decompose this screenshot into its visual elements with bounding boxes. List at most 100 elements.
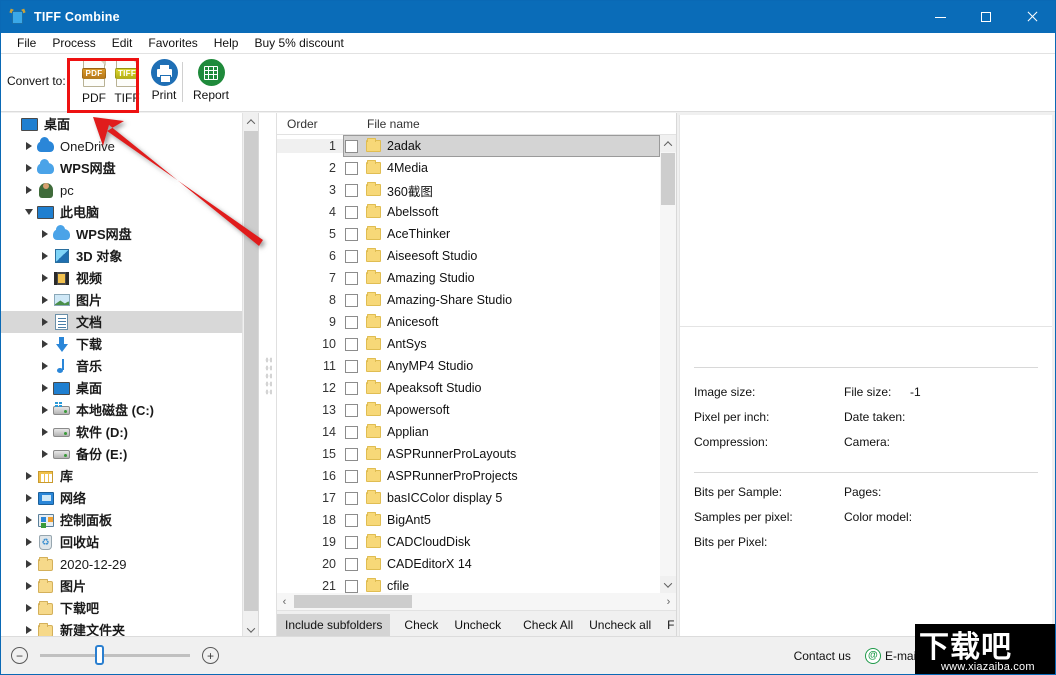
tree-expander-collapsed-icon[interactable] xyxy=(37,355,53,377)
file-row-name-cell[interactable]: 360截图 xyxy=(343,179,660,201)
file-row-name-cell[interactable]: BigAnt5 xyxy=(343,509,660,531)
file-list-row[interactable]: 19 CADCloudDisk xyxy=(277,531,660,553)
tree-item[interactable]: pc xyxy=(1,179,242,201)
tree-expander-collapsed-icon[interactable] xyxy=(37,377,53,399)
file-row-name-cell[interactable]: basICColor display 5 xyxy=(343,487,660,509)
file-row-checkbox[interactable] xyxy=(345,315,358,329)
scrollbar-thumb[interactable] xyxy=(244,131,258,611)
tree-item[interactable]: 软件 (D:) xyxy=(1,421,242,443)
column-header-order[interactable]: Order xyxy=(277,117,357,131)
file-row-checkbox[interactable] xyxy=(345,513,358,527)
scroll-left-button[interactable]: ‹ xyxy=(277,596,292,608)
file-list-row[interactable]: 2 4Media xyxy=(277,157,660,179)
file-list-row[interactable]: 11 AnyMP4 Studio xyxy=(277,355,660,377)
panel-splitter[interactable] xyxy=(259,113,277,638)
file-list-row[interactable]: 8 Amazing-Share Studio xyxy=(277,289,660,311)
file-row-checkbox[interactable] xyxy=(345,469,358,483)
minimize-button[interactable] xyxy=(917,1,963,33)
tree-expander-collapsed-icon[interactable] xyxy=(21,135,37,157)
tree-expander-collapsed-icon[interactable] xyxy=(37,267,53,289)
file-list-button[interactable]: Uncheck all xyxy=(581,614,659,636)
column-header-filename[interactable]: File name xyxy=(357,117,676,131)
tree-item[interactable]: 下载 xyxy=(1,333,242,355)
file-list-row[interactable]: 21 cfile xyxy=(277,575,660,593)
tree-item[interactable]: 回收站 xyxy=(1,531,242,553)
print-button[interactable]: Print xyxy=(142,56,186,108)
file-row-name-cell[interactable]: CADCloudDisk xyxy=(343,531,660,553)
folder-tree-scrollbar[interactable] xyxy=(242,113,258,638)
file-list-row[interactable]: 9 Anicesoft xyxy=(277,311,660,333)
file-row-checkbox[interactable] xyxy=(345,579,358,593)
file-row-name-cell[interactable]: Amazing Studio xyxy=(343,267,660,289)
zoom-out-icon[interactable]: − xyxy=(11,647,28,664)
file-row-name-cell[interactable]: AnyMP4 Studio xyxy=(343,355,660,377)
file-list-row[interactable]: 18 BigAnt5 xyxy=(277,509,660,531)
file-list-row[interactable]: 13 Apowersoft xyxy=(277,399,660,421)
tree-expander-collapsed-icon[interactable] xyxy=(21,157,37,179)
tree-expander-collapsed-icon[interactable] xyxy=(21,575,37,597)
file-row-checkbox[interactable] xyxy=(345,271,358,285)
tree-expander-collapsed-icon[interactable] xyxy=(21,531,37,553)
file-row-name-cell[interactable]: Amazing-Share Studio xyxy=(343,289,660,311)
file-row-checkbox[interactable] xyxy=(345,205,358,219)
zoom-slider-control[interactable]: − + xyxy=(11,645,219,665)
tree-item[interactable]: 桌面 xyxy=(1,377,242,399)
file-row-name-cell[interactable]: 2adak xyxy=(343,135,660,157)
file-row-name-cell[interactable]: Apeaksoft Studio xyxy=(343,377,660,399)
zoom-slider-thumb[interactable] xyxy=(95,645,104,665)
file-list-scrollbar[interactable] xyxy=(660,135,676,593)
file-list-button[interactable]: F xyxy=(659,614,676,636)
file-list-row[interactable]: 20 CADEditorX 14 xyxy=(277,553,660,575)
file-row-name-cell[interactable]: AntSys xyxy=(343,333,660,355)
file-list-row[interactable]: 12 Apeaksoft Studio xyxy=(277,377,660,399)
tree-item[interactable]: 2020-12-29 xyxy=(1,553,242,575)
tree-item[interactable]: 文档 xyxy=(1,311,242,333)
close-button[interactable] xyxy=(1009,1,1055,33)
file-row-name-cell[interactable]: ASPRunnerProLayouts xyxy=(343,443,660,465)
zoom-in-icon[interactable]: + xyxy=(202,647,219,664)
tree-expander-collapsed-icon[interactable] xyxy=(21,597,37,619)
file-list-rows[interactable]: 1 2adak 2 4Media 3 360截图 4 Abelssoft 5 AceThinker… xyxy=(277,135,660,593)
tree-expander-collapsed-icon[interactable] xyxy=(21,179,37,201)
tree-expander-collapsed-icon[interactable] xyxy=(37,223,53,245)
tree-expander-collapsed-icon[interactable] xyxy=(21,553,37,575)
tree-expander-collapsed-icon[interactable] xyxy=(37,245,53,267)
file-list-row[interactable]: 5 AceThinker xyxy=(277,223,660,245)
file-list-button[interactable]: Uncheck xyxy=(446,614,509,636)
file-row-name-cell[interactable]: CADEditorX 14 xyxy=(343,553,660,575)
report-button[interactable]: Report xyxy=(186,56,236,108)
file-list-row[interactable]: 17 basICColor display 5 xyxy=(277,487,660,509)
file-row-checkbox[interactable] xyxy=(345,337,358,351)
tree-expander-collapsed-icon[interactable] xyxy=(37,443,53,465)
file-row-checkbox[interactable] xyxy=(345,293,358,307)
tree-expander-collapsed-icon[interactable] xyxy=(37,399,53,421)
file-row-checkbox[interactable] xyxy=(345,557,358,571)
tree-expander-collapsed-icon[interactable] xyxy=(21,465,37,487)
tree-expander-collapsed-icon[interactable] xyxy=(21,509,37,531)
tree-item[interactable]: 库 xyxy=(1,465,242,487)
tree-item[interactable]: 桌面 xyxy=(1,113,242,135)
tree-item[interactable]: 3D 对象 xyxy=(1,245,242,267)
zoom-slider-track[interactable] xyxy=(40,645,190,665)
image-preview-area[interactable] xyxy=(679,115,1053,327)
file-row-name-cell[interactable]: Abelssoft xyxy=(343,201,660,223)
file-list-row[interactable]: 6 Aiseesoft Studio xyxy=(277,245,660,267)
tree-item[interactable]: WPS网盘 xyxy=(1,223,242,245)
tree-item[interactable]: WPS网盘 xyxy=(1,157,242,179)
menu-item-file[interactable]: File xyxy=(9,34,44,52)
tree-item[interactable]: 下载吧 xyxy=(1,597,242,619)
scroll-down-button[interactable] xyxy=(660,576,676,593)
file-row-checkbox[interactable] xyxy=(345,535,358,549)
file-row-checkbox[interactable] xyxy=(345,381,358,395)
file-row-checkbox[interactable] xyxy=(345,491,358,505)
file-row-checkbox[interactable] xyxy=(345,359,358,373)
file-list-row[interactable]: 15 ASPRunnerProLayouts xyxy=(277,443,660,465)
tree-item[interactable]: OneDrive xyxy=(1,135,242,157)
tree-item[interactable]: 本地磁盘 (C:) xyxy=(1,399,242,421)
tree-item[interactable]: 网络 xyxy=(1,487,242,509)
file-row-checkbox[interactable] xyxy=(345,139,358,153)
properties-scrollbar[interactable] xyxy=(1052,113,1055,638)
file-list-row[interactable]: 16 ASPRunnerProProjects xyxy=(277,465,660,487)
tree-item[interactable]: 控制面板 xyxy=(1,509,242,531)
scrollbar-thumb[interactable] xyxy=(294,595,412,608)
